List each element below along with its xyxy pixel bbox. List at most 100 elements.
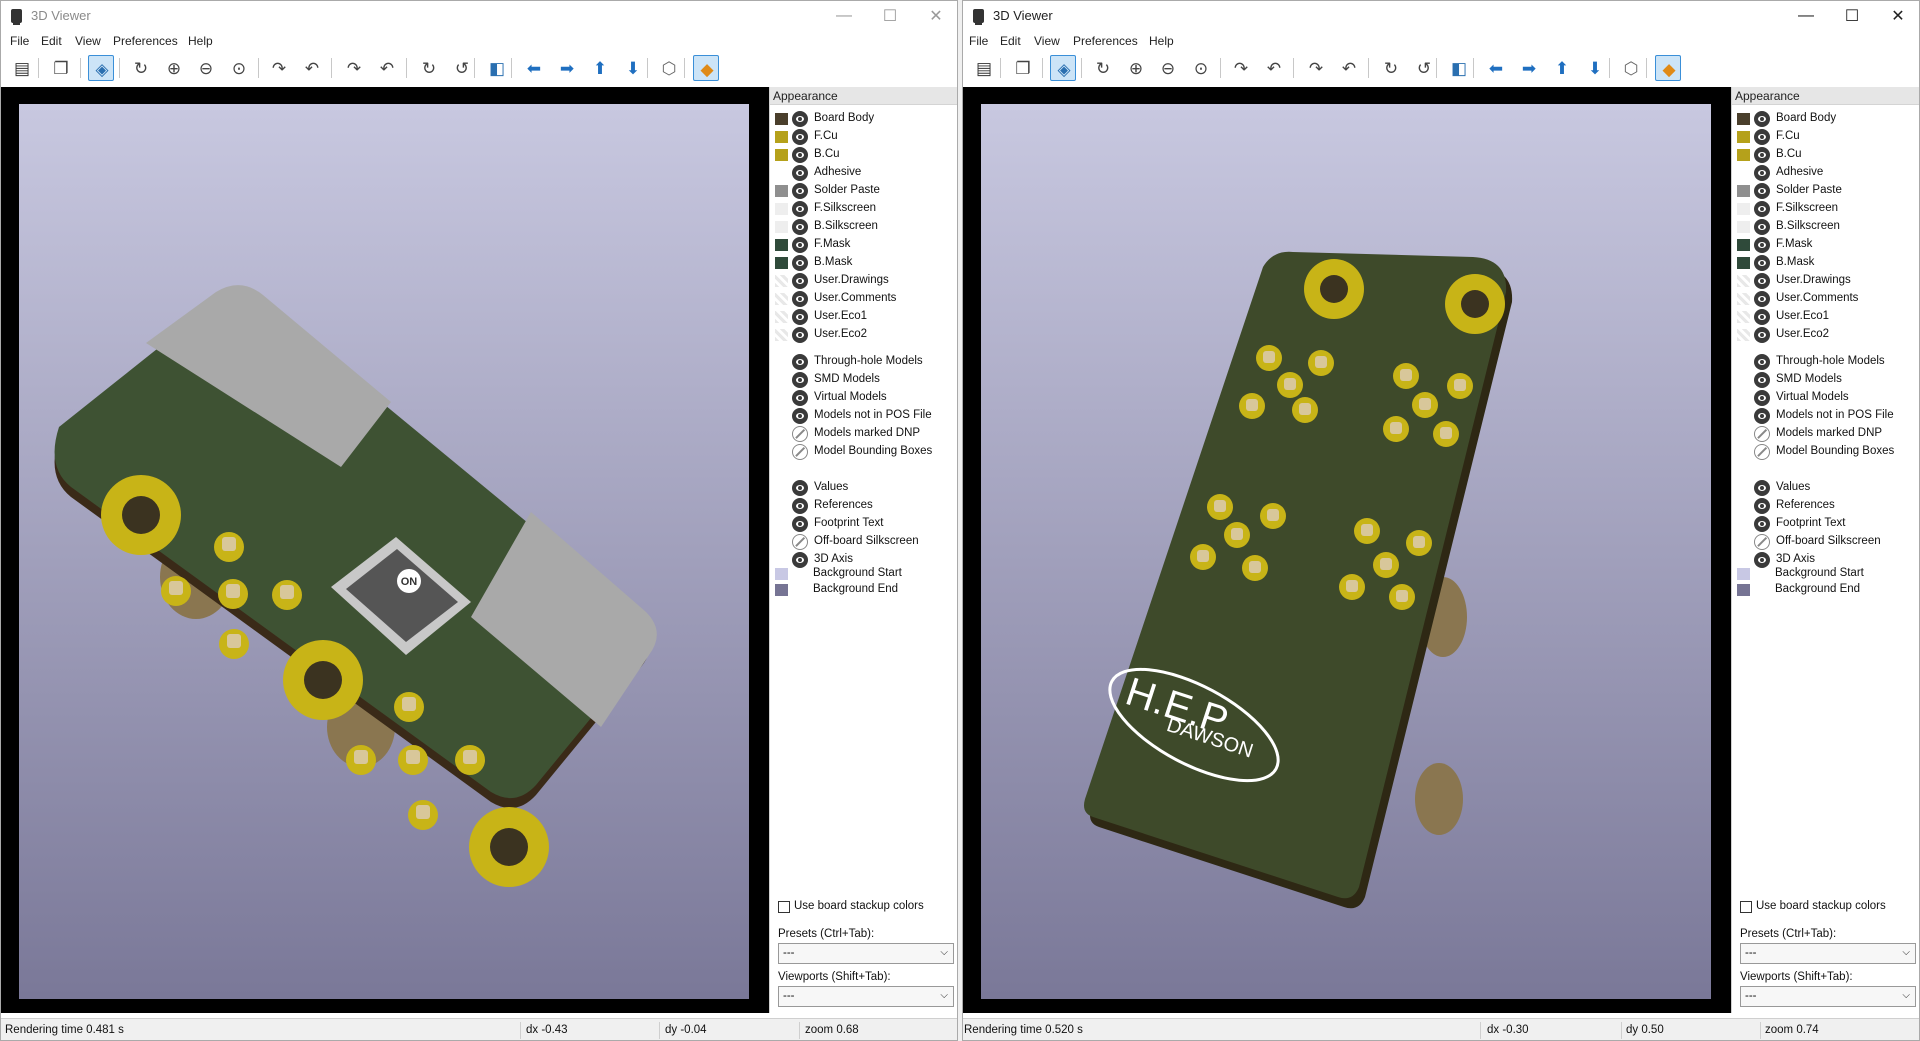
color-swatch[interactable]: [775, 568, 788, 580]
visibility-eye-icon[interactable]: [1754, 354, 1770, 370]
stackup-checkbox[interactable]: [1740, 901, 1752, 913]
menu-preferences[interactable]: Preferences: [113, 34, 178, 48]
visibility-eye-icon[interactable]: [1754, 147, 1770, 163]
layer-row[interactable]: Board Body: [1737, 110, 1919, 128]
color-swatch[interactable]: [1737, 221, 1750, 233]
visibility-eye-icon[interactable]: [792, 165, 808, 181]
visibility-eye-icon[interactable]: [1754, 255, 1770, 271]
layer-row[interactable]: Model Bounding Boxes: [775, 443, 957, 461]
presets-dropdown[interactable]: --- ⌵: [1740, 943, 1916, 964]
color-swatch[interactable]: [775, 239, 788, 251]
color-swatch[interactable]: [775, 311, 788, 323]
layer-row[interactable]: F.Mask: [775, 236, 957, 254]
layer-row[interactable]: F.Silkscreen: [775, 200, 957, 218]
reload-button[interactable]: ↻: [128, 55, 154, 81]
visibility-eye-icon[interactable]: [792, 219, 808, 235]
visibility-eye-icon[interactable]: [792, 111, 808, 127]
close-button[interactable]: ✕: [913, 1, 957, 31]
color-swatch[interactable]: [775, 584, 788, 596]
visibility-eye-icon[interactable]: [792, 255, 808, 271]
3d-viewport[interactable]: ON: [1, 87, 769, 1013]
menu-edit[interactable]: Edit: [41, 34, 62, 48]
color-swatch[interactable]: [1737, 584, 1750, 596]
visibility-eye-icon[interactable]: [792, 390, 808, 406]
flip-board-button[interactable]: ◧: [1446, 55, 1472, 81]
layer-row[interactable]: Footprint Text: [1737, 515, 1919, 533]
menu-preferences[interactable]: Preferences: [1073, 34, 1138, 48]
layer-row[interactable]: User.Drawings: [775, 272, 957, 290]
color-swatch[interactable]: [775, 221, 788, 233]
layer-row[interactable]: F.Mask: [1737, 236, 1919, 254]
visibility-eye-icon[interactable]: [1754, 291, 1770, 307]
layer-row[interactable]: Models marked DNP: [775, 425, 957, 443]
color-swatch[interactable]: [775, 203, 788, 215]
layer-row[interactable]: SMD Models: [1737, 371, 1919, 389]
3d-viewport[interactable]: H.E.P DAWSON: [963, 87, 1731, 1013]
layer-row[interactable]: User.Eco2: [775, 326, 957, 344]
visibility-eye-icon[interactable]: [792, 201, 808, 217]
viewports-dropdown[interactable]: --- ⌵: [1740, 986, 1916, 1007]
color-swatch[interactable]: [1737, 167, 1750, 179]
rotate-y-cw-button[interactable]: ↷: [341, 55, 367, 81]
maximize-button[interactable]: ☐: [1829, 1, 1875, 31]
copy-clipboard-button[interactable]: ❐: [1010, 55, 1036, 81]
layer-row[interactable]: Values: [1737, 479, 1919, 497]
layer-row[interactable]: User.Comments: [775, 290, 957, 308]
visibility-eye-icon[interactable]: [792, 498, 808, 514]
raytracing-button[interactable]: ◈: [1050, 55, 1076, 81]
color-swatch[interactable]: [1737, 329, 1750, 341]
visibility-off-icon[interactable]: [1754, 534, 1770, 550]
visibility-eye-icon[interactable]: [792, 408, 808, 424]
layer-row[interactable]: B.Cu: [775, 146, 957, 164]
visibility-eye-icon[interactable]: [1754, 498, 1770, 514]
presets-dropdown[interactable]: --- ⌵: [778, 943, 954, 964]
layer-row[interactable]: B.Mask: [1737, 254, 1919, 272]
rotate-z-ccw-button[interactable]: ↺: [449, 55, 475, 81]
layer-row[interactable]: F.Silkscreen: [1737, 200, 1919, 218]
rotate-y-cw-button[interactable]: ↷: [1303, 55, 1329, 81]
visibility-off-icon[interactable]: [1754, 444, 1770, 460]
layer-row[interactable]: User.Eco2: [1737, 326, 1919, 344]
visibility-eye-icon[interactable]: [1754, 516, 1770, 532]
layer-row[interactable]: B.Silkscreen: [775, 218, 957, 236]
color-swatch[interactable]: [1737, 185, 1750, 197]
color-swatch[interactable]: [775, 167, 788, 179]
visibility-eye-icon[interactable]: [792, 129, 808, 145]
visibility-eye-icon[interactable]: [1754, 219, 1770, 235]
visibility-off-icon[interactable]: [792, 534, 808, 550]
pan-up-button[interactable]: ⬆: [587, 55, 613, 81]
visibility-eye-icon[interactable]: [792, 237, 808, 253]
rotate-x-cw-button[interactable]: ↷: [266, 55, 292, 81]
visibility-eye-icon[interactable]: [1754, 129, 1770, 145]
stackup-checkbox[interactable]: [778, 901, 790, 913]
layer-row[interactable]: Models not in POS File: [1737, 407, 1919, 425]
minimize-button[interactable]: —: [821, 1, 867, 31]
rotate-x-ccw-button[interactable]: ↶: [299, 55, 325, 81]
visibility-off-icon[interactable]: [1754, 426, 1770, 442]
color-swatch[interactable]: [1737, 203, 1750, 215]
visibility-eye-icon[interactable]: [792, 309, 808, 325]
visibility-off-icon[interactable]: [792, 426, 808, 442]
color-swatch[interactable]: [775, 275, 788, 287]
layer-row[interactable]: Solder Paste: [1737, 182, 1919, 200]
visibility-eye-icon[interactable]: [792, 273, 808, 289]
viewports-dropdown[interactable]: --- ⌵: [778, 986, 954, 1007]
visibility-eye-icon[interactable]: [1754, 237, 1770, 253]
visibility-eye-icon[interactable]: [792, 183, 808, 199]
minimize-button[interactable]: —: [1783, 1, 1829, 31]
menu-view[interactable]: View: [1034, 34, 1060, 48]
layer-row[interactable]: Virtual Models: [775, 389, 957, 407]
visibility-eye-icon[interactable]: [1754, 372, 1770, 388]
ortho-view-button[interactable]: ⬡: [1618, 55, 1644, 81]
color-swatch[interactable]: [1737, 257, 1750, 269]
layer-row[interactable]: Off-board Silkscreen: [1737, 533, 1919, 551]
pan-right-button[interactable]: ➡: [554, 55, 580, 81]
color-swatch[interactable]: [1737, 568, 1750, 580]
layer-row[interactable]: User.Drawings: [1737, 272, 1919, 290]
pan-down-button[interactable]: ⬇: [1582, 55, 1608, 81]
layer-row[interactable]: Background End: [1737, 581, 1919, 599]
layer-row[interactable]: B.Silkscreen: [1737, 218, 1919, 236]
rotate-y-ccw-button[interactable]: ↶: [374, 55, 400, 81]
close-button[interactable]: ✕: [1875, 1, 1919, 31]
layer-row[interactable]: References: [1737, 497, 1919, 515]
